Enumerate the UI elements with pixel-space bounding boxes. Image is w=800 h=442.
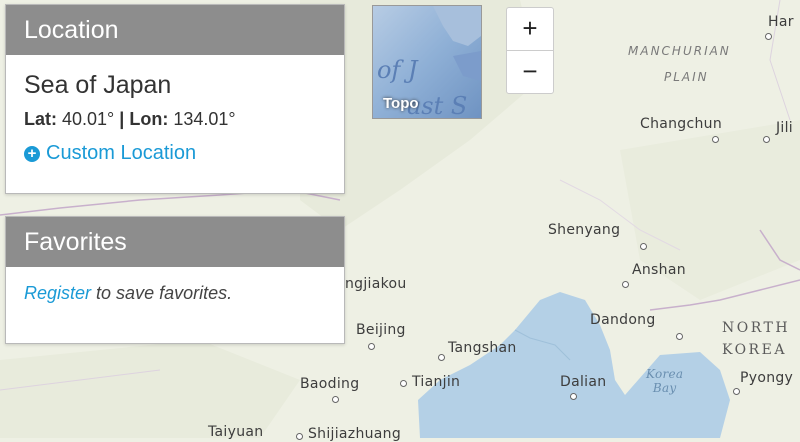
- custom-location-label: Custom Location: [46, 142, 197, 164]
- coordinates: Lat: 40.01° | Lon: 134.01°: [24, 109, 326, 130]
- map-label-north: NORTH: [722, 320, 791, 336]
- city-dot-pyongyang: [733, 388, 740, 395]
- basemap-topo-label: Topo: [383, 95, 419, 112]
- favorites-message-text: to save favorites.: [96, 283, 233, 303]
- korea-bay-line1: Korea: [646, 367, 684, 381]
- map-label-shijiazhuang: Shijiazhuang: [308, 426, 402, 442]
- location-panel-header: Location: [6, 5, 344, 55]
- lat-label: Lat:: [24, 109, 57, 129]
- lat-value: 40.01°: [62, 109, 115, 129]
- lon-label: Lon:: [129, 109, 169, 129]
- city-dot-anshan: [622, 281, 629, 288]
- city-dot-dalian: [570, 393, 577, 400]
- map-label-korea: KOREA: [722, 342, 787, 358]
- map-label-shenyang: Shenyang: [548, 222, 621, 238]
- zoom-out-button[interactable]: −: [506, 50, 554, 94]
- korea-bay-line2: Bay: [652, 381, 677, 395]
- city-dot-harbin: [765, 33, 772, 40]
- map-label-zhangjiakou: ngjiakou: [345, 276, 407, 292]
- location-panel: Location Sea of Japan Lat: 40.01° | Lon:…: [5, 4, 345, 194]
- coord-separator: |: [119, 109, 125, 129]
- city-dot-baoding: [332, 396, 339, 403]
- city-dot-jilin: [763, 136, 770, 143]
- plus-circle-icon: +: [24, 145, 40, 162]
- lon-value: 134.01°: [173, 109, 236, 129]
- favorites-message: Register to save favorites.: [24, 283, 326, 304]
- favorites-panel-header: Favorites: [6, 217, 344, 267]
- map-label-manchurian: MANCHURIAN: [628, 44, 731, 58]
- city-dot-changchun: [712, 136, 719, 143]
- map-label-tianjin: Tianjin: [412, 374, 461, 390]
- city-dot-tangshan: [438, 354, 445, 361]
- city-dot-tianjin: [400, 380, 407, 387]
- map-label-pyongyang: Pyongy: [740, 370, 794, 386]
- favorites-panel-body: Register to save favorites.: [6, 267, 344, 314]
- city-dot-shijiazhuang: [296, 433, 303, 440]
- location-name: Sea of Japan: [24, 71, 172, 99]
- basemap-topo-toggle[interactable]: a of J ast S Topo: [372, 5, 482, 119]
- map-label-dandong: Dandong: [590, 312, 656, 328]
- map-label-changchun: Changchun: [640, 116, 723, 132]
- map-label-jilin: Jili: [776, 120, 793, 136]
- city-dot-dandong: [676, 333, 683, 340]
- city-dot-beijing: [368, 343, 375, 350]
- map-label-beijing: Beijing: [356, 322, 406, 338]
- map-label-dalian: Dalian: [560, 374, 607, 390]
- favorites-panel: Favorites Register to save favorites.: [5, 216, 345, 344]
- map-label-anshan: Anshan: [632, 262, 686, 278]
- map-label-plain: PLAIN: [664, 70, 709, 84]
- register-link[interactable]: Register: [24, 283, 91, 303]
- map-label-harbin: Har: [768, 14, 794, 30]
- location-panel-body: Sea of Japan Lat: 40.01° | Lon: 134.01° …: [6, 55, 344, 175]
- custom-location-link[interactable]: + Custom Location: [24, 142, 326, 165]
- thumb-text-1: a of J: [373, 56, 419, 84]
- map-label-tangshan: Tangshan: [448, 340, 517, 356]
- map-label-baoding: Baoding: [300, 376, 360, 392]
- city-dot-shenyang: [640, 243, 647, 250]
- map-label-korea-bay: Korea Bay: [646, 367, 683, 395]
- zoom-in-button[interactable]: +: [506, 7, 554, 51]
